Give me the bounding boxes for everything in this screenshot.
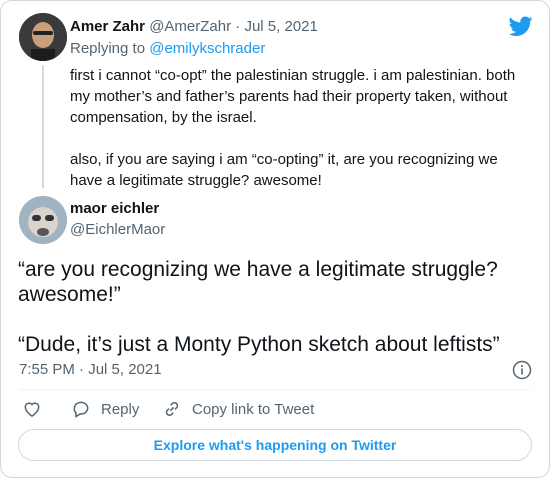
- main-author-handle[interactable]: @EichlerMaor: [70, 221, 165, 238]
- reply-tweet-paragraph: first i cannot “co-opt” the palestinian …: [70, 67, 516, 126]
- amer-zahr-avatar[interactable]: [19, 13, 67, 61]
- maor-eichler-avatar[interactable]: [19, 196, 67, 244]
- replying-to-handle-link[interactable]: @emilykschrader: [149, 40, 265, 57]
- actions-divider: [19, 389, 531, 390]
- like-button[interactable]: [22, 399, 42, 419]
- reply-author-handle[interactable]: @AmerZahr: [149, 18, 231, 35]
- avatar-photo: [19, 13, 67, 61]
- reply-tweet-body: first i cannot “co-opt” the palestinian …: [70, 65, 520, 212]
- main-tweet-paragraph: “are you recognizing we have a legitimat…: [18, 258, 498, 306]
- reply-icon: [73, 401, 89, 418]
- info-icon[interactable]: [512, 360, 532, 380]
- link-icon: [165, 401, 179, 417]
- reply-label: Reply: [101, 400, 140, 418]
- reply-tweet-header: Amer Zahr @AmerZahr · Jul 5, 2021: [70, 18, 318, 35]
- tweet-embed-card: Amer Zahr @AmerZahr · Jul 5, 2021 Replyi…: [0, 0, 550, 478]
- replying-to-line: Replying to @emilykschrader: [70, 40, 265, 57]
- replying-to-label: Replying to: [70, 40, 146, 57]
- reply-button[interactable]: Reply: [71, 399, 139, 419]
- explore-twitter-button[interactable]: Explore what's happening on Twitter: [18, 429, 532, 461]
- twitter-bird-icon[interactable]: [509, 14, 533, 38]
- thread-connector-line: [42, 65, 44, 188]
- reply-tweet-date[interactable]: Jul 5, 2021: [244, 18, 317, 35]
- heart-icon: [24, 402, 40, 417]
- header-separator: ·: [235, 18, 241, 35]
- avatar-photo: [19, 196, 67, 244]
- reply-author-name[interactable]: Amer Zahr: [70, 18, 145, 35]
- main-author-name[interactable]: maor eichler: [70, 200, 159, 217]
- main-tweet-timestamp[interactable]: 7:55 PM · Jul 5, 2021: [19, 361, 162, 378]
- copy-link-label: Copy link to Tweet: [192, 400, 315, 418]
- reply-tweet-paragraph: also, if you are saying i am “co-opting”…: [70, 151, 498, 189]
- copy-link-button[interactable]: Copy link to Tweet: [162, 399, 314, 419]
- main-tweet-paragraph: “Dude, it’s just a Monty Python sketch a…: [18, 333, 500, 356]
